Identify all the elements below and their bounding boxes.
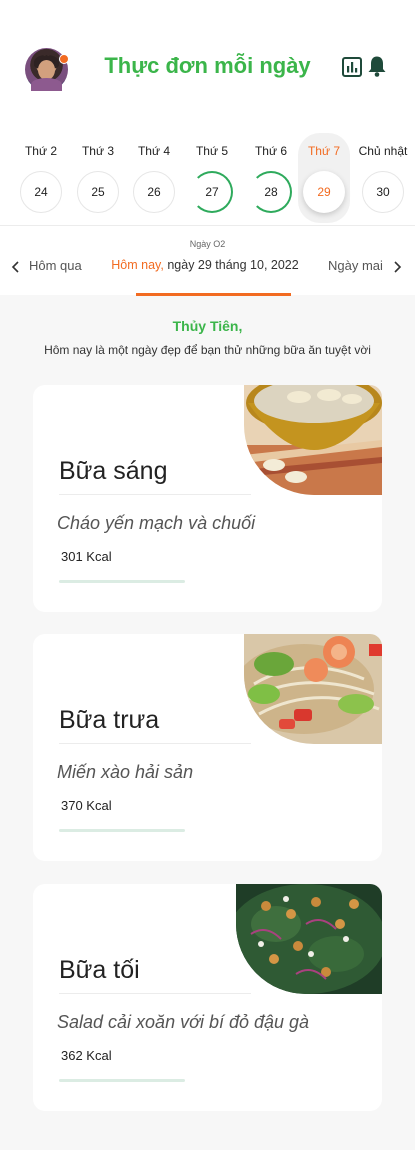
avatar-body	[31, 78, 62, 91]
meal-title: Bữa sáng	[59, 457, 168, 485]
chevron-left-icon[interactable]	[11, 261, 21, 273]
day-label: Thứ 4	[137, 144, 171, 158]
day-date: 28	[250, 171, 292, 213]
meal-card-dinner[interactable]: Bữa tối Salad cải xoăn với bí đỏ đậu gà …	[33, 884, 382, 1111]
day-tue[interactable]: Thứ 3 25	[70, 133, 126, 213]
day-label: Thứ 6	[254, 144, 288, 158]
meal-card-lunch[interactable]: Bữa trưa Miến xào hải sản 370 Kcal	[33, 634, 382, 861]
day-label: Thứ 5	[195, 144, 229, 158]
day-thu[interactable]: Thứ 5 27	[184, 133, 240, 213]
dish-name: Miến xào hải sản	[57, 762, 194, 782]
dish-name: Salad cải xoăn với bí đỏ đậu gà	[57, 1012, 310, 1032]
chevron-right-icon[interactable]	[392, 261, 402, 273]
current-date: Hôm nay, ngày 29 tháng 10, 2022	[110, 258, 300, 272]
day-date: 25	[77, 171, 119, 213]
calorie-bar	[59, 829, 185, 832]
calorie-count: 301 Kcal	[61, 549, 112, 564]
day-label: Thứ 3	[81, 144, 115, 158]
calorie-count: 362 Kcal	[61, 1048, 112, 1063]
kale-salad-photo	[236, 884, 382, 994]
meal-divider	[59, 743, 251, 744]
day-date: 30	[362, 171, 404, 213]
day-sun[interactable]: Chủ nhật 30	[355, 133, 411, 213]
day-date: 29	[303, 171, 345, 213]
day-label: Thứ 7	[307, 144, 341, 158]
day-wed[interactable]: Thứ 4 26	[126, 133, 182, 213]
day-label: Chủ nhật	[358, 144, 408, 158]
greeting-name: Thủy Tiên,	[172, 318, 243, 334]
prev-day-link[interactable]: Hôm qua	[29, 258, 82, 273]
day-date: 26	[133, 171, 175, 213]
next-day-link[interactable]: Ngày mai	[328, 258, 383, 273]
meal-divider	[59, 494, 251, 495]
calorie-bar	[59, 1079, 185, 1082]
week-label: Ngày O2	[189, 239, 226, 249]
calorie-bar	[59, 580, 185, 583]
bar-chart-icon[interactable]	[342, 57, 362, 77]
day-date: 27	[191, 171, 233, 213]
day-label: Thứ 2	[24, 144, 58, 158]
dish-name: Cháo yến mạch và chuối	[57, 513, 256, 533]
stir-fried-noodles-photo	[244, 634, 382, 744]
active-tab-underline	[136, 293, 291, 296]
oatmeal-banana-photo	[244, 385, 382, 495]
day-mon[interactable]: Thứ 2 24	[13, 133, 69, 213]
day-sat-selected[interactable]: Thứ 7 29	[298, 133, 350, 223]
meal-title: Bữa tối	[59, 956, 140, 984]
meal-title: Bữa trưa	[59, 706, 160, 734]
today-label: Hôm nay,	[111, 258, 164, 272]
meal-divider	[59, 993, 251, 994]
day-date: 24	[20, 171, 62, 213]
greeting-message: Hôm nay là một ngày đẹp để bạn thử những…	[44, 343, 371, 357]
day-fri[interactable]: Thứ 6 28	[243, 133, 299, 213]
divider	[0, 225, 415, 226]
bell-icon[interactable]	[367, 55, 387, 78]
calorie-count: 370 Kcal	[61, 798, 112, 813]
meal-card-breakfast[interactable]: Bữa sáng Cháo yến mạch và chuối 301 Kcal	[33, 385, 382, 612]
today-date: ngày 29 tháng 10, 2022	[167, 258, 299, 272]
